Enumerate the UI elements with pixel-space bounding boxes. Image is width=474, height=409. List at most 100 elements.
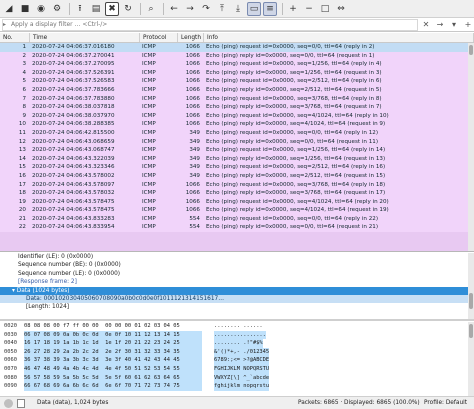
filter-dropdown-icon[interactable]: ▾ [448, 19, 460, 31]
open-file-icon[interactable]: ⭱ [73, 2, 87, 16]
normal-size-icon[interactable]: □ [318, 2, 332, 16]
packet-length: 349 [189, 147, 200, 154]
detail-tree-item[interactable]: [Length: 1024] [0, 303, 474, 311]
bytes-ascii[interactable]: ........ .!"#$% [214, 339, 263, 348]
packet-row[interactable]: 21 2020-07-24 04:06:43.833283 ICMP 554 Echo … [0, 214, 474, 224]
packet-length: 1066 [185, 190, 200, 197]
packet-length: 1066 [185, 104, 200, 111]
bytes-hex[interactable]: 16 17 18 19 1a 1b 1c 1d 1e 1f 20 21 22 2… [24, 339, 202, 348]
bytes-row: 0040 16 17 18 19 1a 1b 1c 1d 1e 1f 20 21 … [0, 339, 474, 348]
detail-tree-item[interactable]: Sequence number (BE): 0 (0x0000) [0, 261, 474, 269]
column-header-protocol[interactable]: Protocol [140, 33, 178, 42]
zoom-out-icon[interactable]: − [302, 2, 316, 16]
colorize-icon[interactable]: ≡ [263, 1, 277, 16]
packet-row[interactable]: 20 2020-07-24 04:06:43.578475 ICMP 1066 Echo… [0, 206, 474, 215]
resize-columns-icon[interactable]: ⇔ [334, 2, 348, 16]
packet-length: 1066 [185, 69, 200, 76]
packet-row[interactable]: 19 2020-07-24 04:06:43.578475 ICMP 1066 Echo… [0, 197, 474, 207]
last-packet-icon[interactable]: ⤓ [231, 2, 245, 16]
packet-protocol: ICMP [142, 224, 156, 231]
packet-row[interactable]: 9 2020-07-24 04:06:38.037970 ICMP 1066 Echo … [0, 111, 474, 121]
column-header-length[interactable]: Length [178, 33, 204, 42]
bytes-ascii[interactable]: ................ [214, 330, 266, 340]
packet-no: 22 [18, 224, 26, 231]
zoom-in-icon[interactable]: + [286, 2, 300, 16]
packet-row[interactable]: 17 2020-07-24 04:06:43.578097 ICMP 1066 Echo… [0, 180, 474, 190]
bytes-ascii[interactable]: FGHIJKLM NOPQRSTU [214, 364, 270, 374]
packet-row[interactable]: 15 2020-07-24 04:06:43.323346 ICMP 349 Echo … [0, 163, 474, 172]
bytes-hex[interactable]: 66 67 68 69 6a 6b 6c 6d 6e 6f 70 71 72 7… [24, 382, 202, 391]
packet-length: 1066 [185, 52, 200, 59]
bytes-hex[interactable]: 26 27 28 29 2a 2b 2c 2d 2e 2f 30 31 32 3… [24, 347, 202, 357]
stop-icon[interactable]: ■ [18, 2, 32, 16]
capture-comment-icon[interactable] [17, 398, 25, 408]
close-file-icon[interactable]: ✖ [105, 1, 119, 16]
reload-icon[interactable]: ↻ [121, 2, 135, 16]
add-filter-button-icon[interactable]: + [462, 19, 474, 31]
column-header-info[interactable]: Info [204, 33, 474, 42]
packet-row[interactable]: 11 2020-07-24 04:06:42.815500 ICMP 349 Echo … [0, 128, 474, 138]
autoscroll-icon[interactable]: ▭ [247, 1, 261, 16]
bytes-ascii[interactable]: 6789:;<= >?@ABCDE [214, 356, 270, 365]
restart-icon[interactable]: ◉ [34, 2, 48, 16]
shark-fin-icon[interactable]: ◢ [2, 2, 16, 16]
bytes-hex[interactable]: 56 57 58 59 5a 5b 5c 5d 5e 5f 60 61 62 6… [24, 373, 202, 383]
packet-row[interactable]: 6 2020-07-24 04:06:37.783666 ICMP 1066 Echo … [0, 85, 474, 95]
bytes-ascii[interactable]: &'()*+,- ./012345 [214, 347, 270, 357]
forward-icon[interactable]: → [183, 2, 197, 16]
clear-filter-icon[interactable]: ✕ [420, 19, 432, 31]
first-packet-icon[interactable]: ⤒ [215, 2, 229, 16]
packet-row[interactable]: 4 2020-07-24 04:06:37.526391 ICMP 1066 Echo … [0, 68, 474, 78]
display-filter-input[interactable] [2, 18, 418, 31]
bytes-scroll-thumb[interactable] [469, 324, 473, 338]
detail-tree-item[interactable]: ▾ Data (1024 bytes) [0, 286, 474, 295]
bytes-ascii[interactable]: VWXYZ[\] ^_`abcde [214, 373, 270, 383]
details-scrollbar[interactable] [468, 253, 474, 319]
status-profile[interactable]: Profile: Default [424, 400, 467, 406]
packet-info: Echo (ping) request id=0x0000, seq=4/102… [206, 198, 389, 205]
save-file-icon[interactable]: ▤ [89, 2, 103, 16]
bytes-hex[interactable]: 06 07 08 09 0a 0b 0c 0d 0e 0f 10 11 12 1… [24, 330, 202, 340]
detail-tree-item[interactable]: Sequence number (LE): 0 (0x0000) [0, 270, 474, 278]
packet-list-scrollbar[interactable] [468, 43, 474, 251]
packet-row[interactable]: 10 2020-07-24 04:06:38.288385 ICMP 1066 Echo… [0, 120, 474, 129]
bytes-ascii[interactable]: fghijklm nopqrstu [214, 382, 270, 391]
packet-info: Echo (ping) request id=0x0000, seq=1/256… [206, 61, 382, 68]
packet-no: 9 [22, 112, 26, 119]
packet-row[interactable]: 1 2020-07-24 04:06:37.016180 ICMP 1066 Echo … [0, 43, 474, 52]
detail-tree-item[interactable]: [Response frame: 2] [0, 278, 474, 286]
bytes-ascii[interactable]: ........ ...... [214, 322, 263, 331]
bytes-hex[interactable]: 08 08 08 00 f7 ff 00 00 00 00 00 01 02 0… [24, 322, 202, 331]
expert-info-icon[interactable] [4, 398, 13, 408]
packet-row[interactable]: 8 2020-07-24 04:06:38.037818 ICMP 1066 Echo … [0, 103, 474, 112]
packet-row[interactable]: 14 2020-07-24 04:06:43.322039 ICMP 349 Echo … [0, 154, 474, 164]
go-to-packet-icon[interactable]: ↷ [199, 2, 213, 16]
packet-info: Echo (ping) reply id=0x0000, seq=4/1024,… [206, 207, 389, 214]
bytes-hex[interactable]: 46 47 48 49 4a 4b 4c 4d 4e 4f 50 51 52 5… [24, 364, 202, 374]
find-icon[interactable]: ⌕ [144, 2, 158, 16]
packet-row[interactable]: 13 2020-07-24 04:06:43.068747 ICMP 349 Echo … [0, 146, 474, 155]
options-icon[interactable]: ⚙ [50, 2, 64, 16]
packet-row[interactable]: 5 2020-07-24 04:06:37.526583 ICMP 1066 Echo … [0, 77, 474, 86]
detail-tree-item[interactable]: Data: 000102030405060708090a0b0c0d0e0f10… [0, 294, 474, 304]
filter-bookmark-icon[interactable]: ▸ [3, 21, 6, 28]
packet-row[interactable]: 2 2020-07-24 04:06:37.270041 ICMP 1066 Echo … [0, 51, 474, 61]
bytes-hex[interactable]: 36 37 38 39 3a 3b 3c 3d 3e 3f 40 41 42 4… [24, 356, 202, 365]
packet-row[interactable]: 18 2020-07-24 04:06:43.578032 ICMP 1066 Echo… [0, 189, 474, 198]
packet-no: 3 [22, 61, 26, 68]
details-scroll-thumb[interactable] [469, 293, 473, 309]
detail-tree-item[interactable]: Identifier (LE): 0 (0x0000) [0, 253, 474, 261]
column-header-time[interactable]: Time [30, 33, 140, 42]
packet-row[interactable]: 12 2020-07-24 04:06:43.068659 ICMP 349 Echo … [0, 137, 474, 147]
packet-row[interactable]: 22 2020-07-24 04:06:43.833954 ICMP 554 Echo … [0, 223, 474, 233]
packet-row[interactable]: 7 2020-07-24 04:06:37.783880 ICMP 1066 Echo … [0, 94, 474, 104]
packet-protocol: ICMP [142, 181, 156, 188]
packet-row[interactable]: 3 2020-07-24 04:06:37.270095 ICMP 1066 Echo … [0, 60, 474, 69]
apply-filter-icon[interactable]: → [434, 19, 446, 31]
packet-length: 1066 [185, 121, 200, 128]
bytes-scrollbar[interactable] [468, 322, 474, 396]
column-header-no[interactable]: No. [0, 33, 30, 42]
packet-row[interactable]: 16 2020-07-24 04:06:43.578002 ICMP 349 Echo … [0, 171, 474, 181]
packet-list-scroll-thumb[interactable] [469, 45, 473, 55]
back-icon[interactable]: ← [167, 2, 181, 16]
